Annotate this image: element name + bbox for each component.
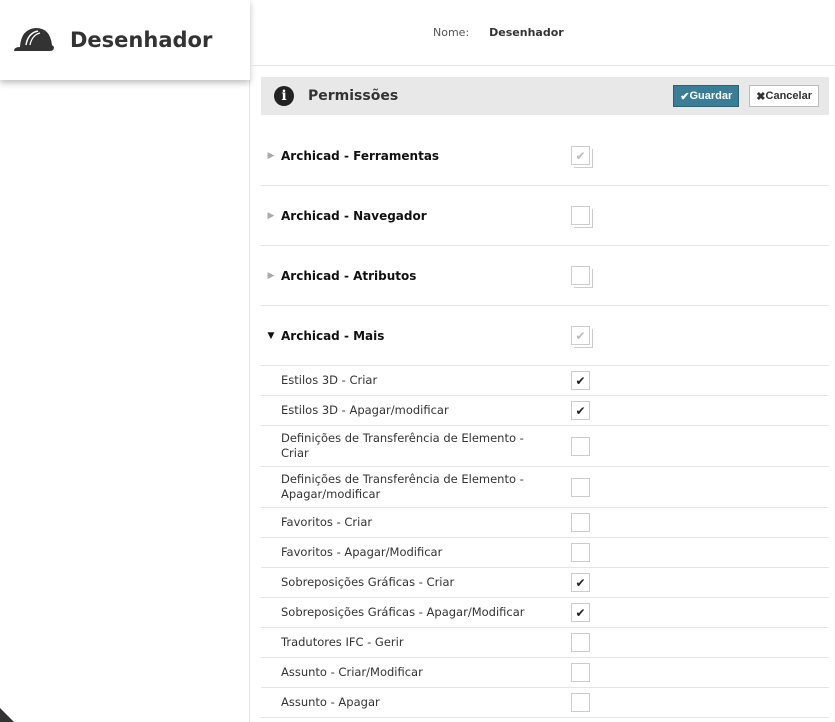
item-label: Favoritos - Apagar/Modificar xyxy=(281,545,443,559)
hard-hat-icon xyxy=(14,28,54,51)
group-checkbox[interactable]: ✔ xyxy=(571,146,590,165)
item-checkbox[interactable]: ✔ xyxy=(571,603,590,622)
group-checkbox[interactable] xyxy=(571,206,590,225)
permission-group[interactable]: ▶ Archicad - Ferramentas ✔ xyxy=(261,126,829,186)
permission-item: Tradutores IFC - Gerir xyxy=(261,628,829,658)
permissions-header: i Permissões ✔ Guardar ✖ Cancelar xyxy=(261,77,829,115)
sidebar: Desenhador xyxy=(0,0,250,722)
item-label: Sobreposições Gráficas - Criar xyxy=(281,575,455,589)
check-icon: ✔ xyxy=(680,90,690,103)
item-checkbox[interactable] xyxy=(571,633,590,652)
group-label: Archicad - Mais xyxy=(281,328,385,343)
item-checkbox[interactable] xyxy=(571,436,590,456)
permissions-title: Permissões xyxy=(308,88,399,104)
permission-item: Definições de Transferência de Elemento … xyxy=(261,467,829,508)
group-checkbox[interactable]: ✔ xyxy=(571,326,590,345)
permission-group[interactable]: ▼ Archicad - Mais ✔ xyxy=(261,306,829,366)
caret-right-icon[interactable]: ▶ xyxy=(261,151,281,161)
role-title: Desenhador xyxy=(70,28,213,52)
item-checkbox[interactable] xyxy=(571,543,590,562)
group-label: Archicad - Navegador xyxy=(281,208,427,223)
item-label: Definições de Transferência de Elemento … xyxy=(281,472,524,501)
caret-right-icon[interactable]: ▶ xyxy=(261,271,281,281)
item-label: Tradutores IFC - Gerir xyxy=(281,635,404,649)
name-value: Desenhador xyxy=(489,26,564,39)
group-label: Archicad - Atributos xyxy=(281,268,417,283)
item-label: Estilos 3D - Criar xyxy=(281,373,378,387)
caret-right-icon[interactable]: ▶ xyxy=(261,211,281,221)
item-checkbox[interactable]: ✔ xyxy=(571,371,590,390)
close-icon: ✖ xyxy=(756,90,766,103)
group-label: Archicad - Ferramentas xyxy=(281,148,440,163)
item-label: Sobreposições Gráficas - Apagar/Modifica… xyxy=(281,605,525,619)
corner-decoration xyxy=(0,708,14,722)
item-label: Definições de Transferência de Elemento … xyxy=(281,431,524,460)
name-label: Nome: xyxy=(433,26,470,39)
main-content: Nome: Desenhador i Permissões ✔ Guardar ✖… xyxy=(251,0,835,722)
permission-item: Assunto - Apagar xyxy=(261,688,829,718)
caret-down-icon[interactable]: ▼ xyxy=(261,331,281,341)
permission-group[interactable]: ▶ Archicad - Atributos xyxy=(261,246,829,306)
permission-item: Estilos 3D - Apagar/modificar ✔ xyxy=(261,396,829,426)
permission-item: Assunto - Criar/Modificar xyxy=(261,658,829,688)
name-row: Nome: Desenhador xyxy=(251,0,835,66)
item-label: Assunto - Criar/Modificar xyxy=(281,665,423,679)
permission-item: Favoritos - Criar xyxy=(261,508,829,538)
permission-item: Sobreposições Gráficas - Apagar/Modifica… xyxy=(261,598,829,628)
permission-item: Definições de Transferência de Elemento … xyxy=(261,426,829,467)
group-checkbox[interactable] xyxy=(571,266,590,285)
permission-item: Estilos 3D - Criar ✔ xyxy=(261,366,829,396)
permission-item: Favoritos - Apagar/Modificar xyxy=(261,538,829,568)
item-label: Assunto - Apagar xyxy=(281,695,380,709)
item-checkbox[interactable]: ✔ xyxy=(571,573,590,592)
item-label: Estilos 3D - Apagar/modificar xyxy=(281,403,449,417)
item-label: Favoritos - Criar xyxy=(281,515,373,529)
permission-item: Sobreposições Gráficas - Criar ✔ xyxy=(261,568,829,598)
item-checkbox[interactable] xyxy=(571,477,590,497)
item-checkbox[interactable] xyxy=(571,693,590,712)
permissions-list: ▶ Archicad - Ferramentas ✔ ▶ Archicad - Nave… xyxy=(261,126,829,718)
save-button[interactable]: ✔ Guardar xyxy=(673,85,740,107)
role-header-card: Desenhador xyxy=(0,0,250,80)
item-checkbox[interactable] xyxy=(571,663,590,682)
item-checkbox[interactable] xyxy=(571,513,590,532)
permission-group[interactable]: ▶ Archicad - Navegador xyxy=(261,186,829,246)
item-checkbox[interactable]: ✔ xyxy=(571,401,590,420)
cancel-button[interactable]: ✖ Cancelar xyxy=(749,85,819,107)
info-icon: i xyxy=(274,86,294,106)
